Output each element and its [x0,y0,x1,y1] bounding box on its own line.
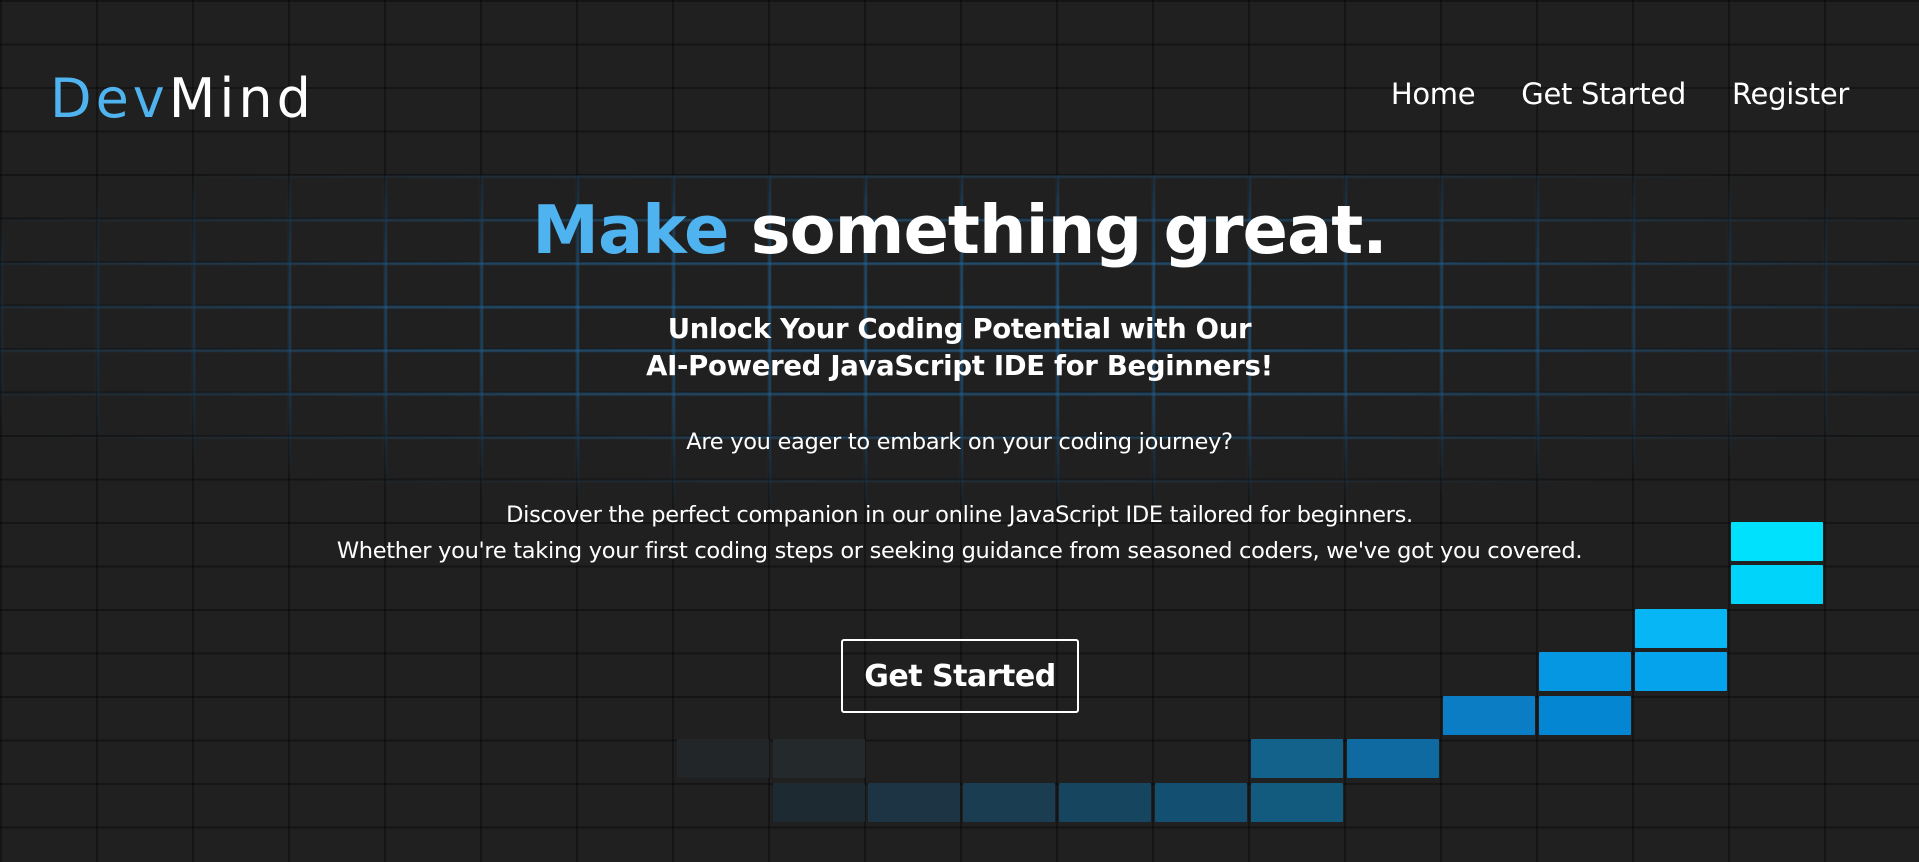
get-started-button[interactable]: Get Started [841,639,1079,713]
hero-subheading-line1: Unlock Your Coding Potential with Our [667,313,1252,345]
hero-question: Are you eager to embark on your coding j… [686,429,1233,455]
brand-logo-part1: Dev [50,67,169,130]
hero-description-line1: Discover the perfect companion in our on… [506,502,1413,528]
stair-block [1155,783,1247,822]
hero-description: Discover the perfect companion in our on… [0,497,1919,569]
stair-block [963,783,1055,822]
nav-link-home[interactable]: Home [1391,72,1476,116]
stair-block [1443,696,1535,735]
nav-link-get-started[interactable]: Get Started [1521,72,1686,116]
stair-block [1731,565,1823,604]
stair-block [1059,783,1151,822]
stair-block [868,783,960,822]
hero-headline-accent: Make [532,191,729,269]
stair-block [1635,652,1727,691]
site-header: DevMind Home Get Started Register [0,0,1919,190]
stair-block [773,783,865,822]
brand-logo[interactable]: DevMind [50,64,315,134]
nav-link-register[interactable]: Register [1732,72,1849,116]
stair-block [1539,652,1631,691]
stair-block [1347,739,1439,778]
hero-subheading-line2: AI-Powered JavaScript IDE for Beginners! [646,350,1273,382]
stair-block [1635,609,1727,648]
hero-subheading: Unlock Your Coding Potential with Our AI… [0,311,1919,385]
stair-block [1539,696,1631,735]
hero-headline: Make something great. [0,190,1919,270]
hero-description-line2: Whether you're taking your first coding … [336,538,1583,564]
brand-logo-part2: Mind [168,67,315,130]
stair-block [677,739,769,778]
stair-block [1251,783,1343,822]
stair-block [773,739,865,778]
stair-block [1251,739,1343,778]
hero-headline-rest: something great. [750,191,1388,269]
main-nav: Home Get Started Register [1391,72,1849,116]
